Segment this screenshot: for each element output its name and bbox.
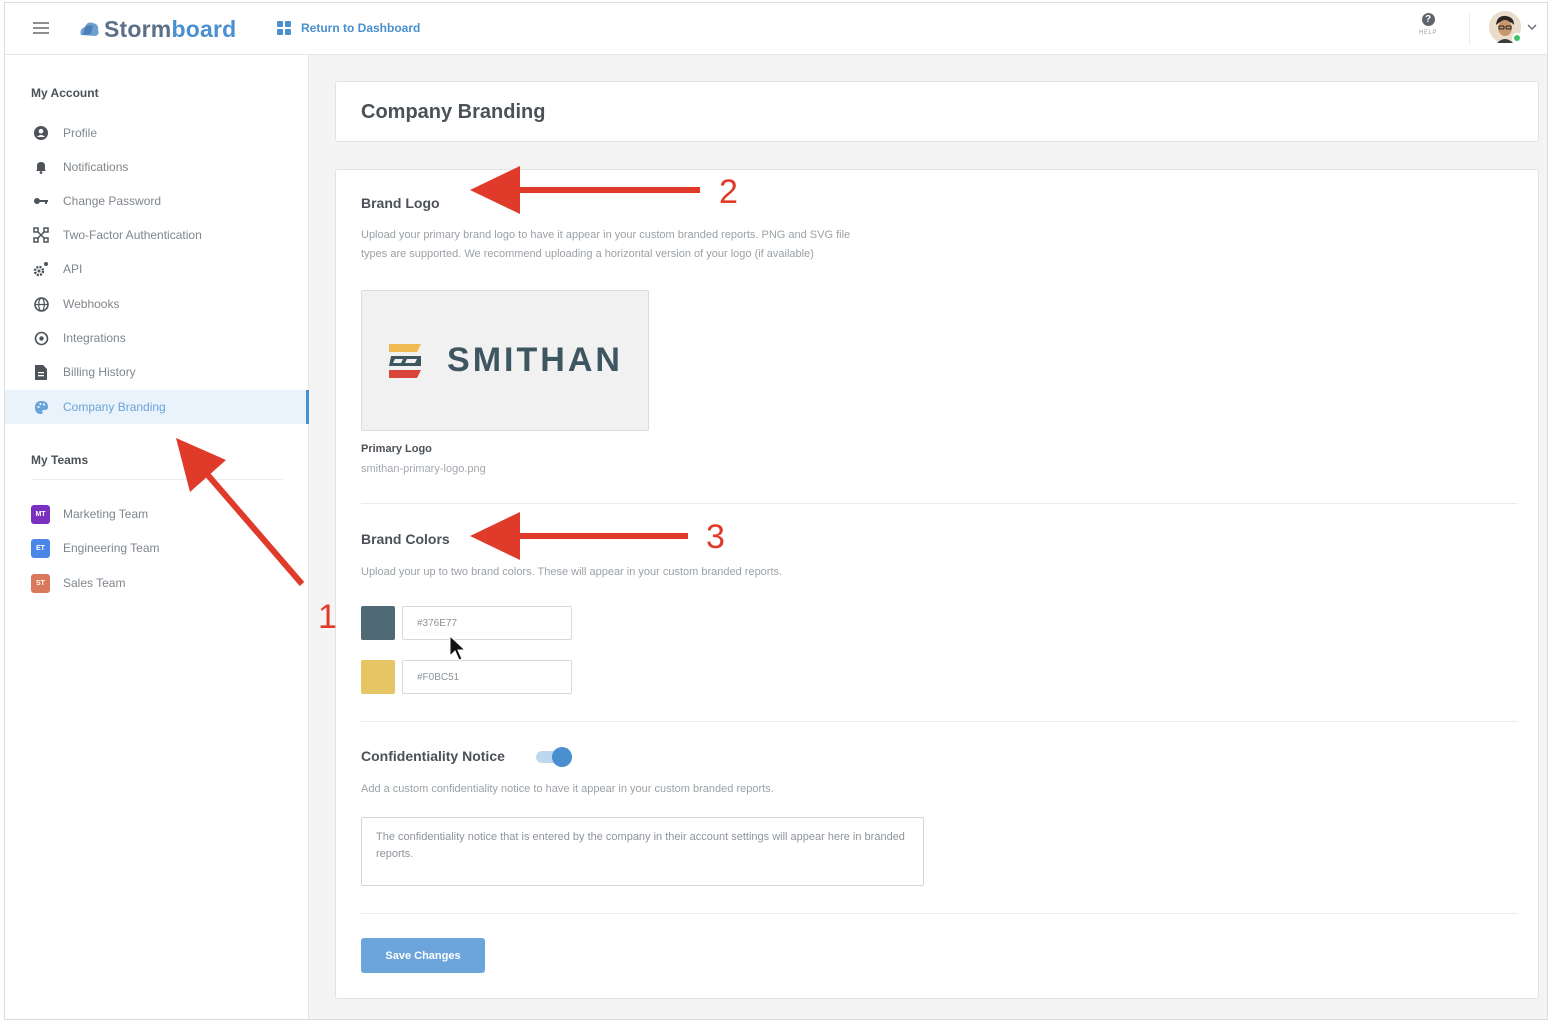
document-icon xyxy=(33,364,49,380)
my-account-heading: My Account xyxy=(31,86,99,100)
two-factor-icon xyxy=(33,227,49,243)
sidebar-item-label: Company Branding xyxy=(63,400,166,414)
sidebar: My Account Profile Notifications Change … xyxy=(5,55,309,1019)
primary-logo-filename: smithan-primary-logo.png xyxy=(361,463,486,475)
brand-color-2-input[interactable] xyxy=(402,660,572,694)
team-badge: ET xyxy=(31,538,50,558)
integrations-icon xyxy=(33,330,49,346)
confidentiality-notice-textarea[interactable]: The confidentiality notice that is enter… xyxy=(361,817,924,886)
my-teams-heading: My Teams xyxy=(31,453,89,467)
toggle-knob xyxy=(552,747,572,767)
primary-logo-preview[interactable]: SMITHAN xyxy=(361,290,649,431)
hamburger-icon[interactable] xyxy=(33,22,49,34)
brand-color-1-input[interactable] xyxy=(402,606,572,640)
brand-color-2-swatch[interactable] xyxy=(361,660,395,694)
sidebar-item-label: Integrations xyxy=(63,331,126,345)
brand-name-part2: board xyxy=(171,15,237,42)
help-button[interactable]: ? HELP xyxy=(1413,13,1443,36)
brand-logo-title: Brand Logo xyxy=(361,195,440,211)
palette-icon xyxy=(33,399,49,415)
section-divider xyxy=(361,721,1517,722)
online-status-indicator xyxy=(1512,33,1522,43)
user-menu[interactable] xyxy=(1489,11,1537,43)
smithan-logo-mark xyxy=(389,343,422,378)
help-label: HELP xyxy=(1419,30,1437,36)
stormboard-logo-icon xyxy=(80,22,99,36)
sidebar-item-notifications[interactable]: Notifications xyxy=(5,150,309,184)
sidebar-item-label: Notifications xyxy=(63,160,129,174)
sidebar-item-label: Webhooks xyxy=(63,297,120,311)
sidebar-team-label: Marketing Team xyxy=(63,507,149,521)
chevron-down-icon xyxy=(1527,24,1537,30)
confidentiality-notice-title: Confidentiality Notice xyxy=(361,748,505,764)
sidebar-team-engineering[interactable]: ET Engineering Team xyxy=(5,531,309,565)
sidebar-item-label: Profile xyxy=(63,126,98,140)
annotation-number-2: 2 xyxy=(719,173,738,211)
sidebar-divider xyxy=(31,479,283,480)
primary-logo-caption: Primary Logo xyxy=(361,443,432,455)
smithan-logo-text: SMITHAN xyxy=(447,341,623,379)
annotation-number-1: 1 xyxy=(318,598,337,636)
section-divider xyxy=(361,913,1517,914)
sidebar-team-label: Engineering Team xyxy=(63,541,160,555)
brand-name-part1: Storm xyxy=(104,15,172,42)
sidebar-item-change-password[interactable]: Change Password xyxy=(5,184,309,218)
confidentiality-notice-text: The confidentiality notice that is enter… xyxy=(376,831,905,860)
app-window: Stormboard Return to Dashboard ? HELP My… xyxy=(4,2,1548,1020)
globe-icon xyxy=(33,296,49,312)
sidebar-item-label: Two-Factor Authentication xyxy=(63,228,202,242)
sidebar-team-marketing[interactable]: MT Marketing Team xyxy=(5,497,309,531)
brand-logo-description-line1: Upload your primary brand logo to have i… xyxy=(361,229,851,241)
sidebar-item-billing-history[interactable]: Billing History xyxy=(5,355,309,389)
help-icon: ? xyxy=(1421,13,1435,26)
sidebar-team-label: Sales Team xyxy=(63,576,126,590)
confidentiality-notice-toggle[interactable] xyxy=(536,747,574,767)
sidebar-item-label: Billing History xyxy=(63,365,136,379)
sidebar-item-profile[interactable]: Profile xyxy=(5,116,309,150)
sidebar-item-label: API xyxy=(63,262,83,276)
annotation-number-3: 3 xyxy=(706,518,725,556)
team-badge: MT xyxy=(31,504,50,524)
stormboard-logo[interactable]: Stormboard xyxy=(77,15,236,43)
sidebar-item-label: Change Password xyxy=(63,194,162,208)
section-divider xyxy=(361,503,1517,504)
sidebar-item-api[interactable]: API xyxy=(5,252,309,286)
brand-color-1-swatch[interactable] xyxy=(361,606,395,640)
api-gear-icon xyxy=(33,261,49,277)
dashboard-grid-icon xyxy=(277,21,291,35)
team-badge: ST xyxy=(31,573,50,593)
header-divider xyxy=(1469,13,1470,45)
confidentiality-notice-description: Add a custom confidentiality notice to h… xyxy=(361,783,774,795)
top-bar: Stormboard Return to Dashboard ? HELP xyxy=(5,3,1547,55)
key-icon xyxy=(33,193,49,209)
avatar xyxy=(1489,11,1522,43)
bell-icon xyxy=(33,159,49,175)
sidebar-item-company-branding[interactable]: Company Branding xyxy=(5,390,309,424)
sidebar-team-sales[interactable]: ST Sales Team xyxy=(5,566,309,600)
sidebar-item-webhooks[interactable]: Webhooks xyxy=(5,287,309,321)
save-changes-button[interactable]: Save Changes xyxy=(361,938,485,973)
return-to-dashboard-label: Return to Dashboard xyxy=(301,21,421,35)
page-title-card: Company Branding xyxy=(335,81,1539,142)
sidebar-item-two-factor-authentication[interactable]: Two-Factor Authentication xyxy=(5,218,309,252)
profile-icon xyxy=(33,125,49,141)
brand-logo-description-line2: types are supported. We recommend upload… xyxy=(361,248,814,260)
sidebar-item-integrations[interactable]: Integrations xyxy=(5,321,309,355)
page-title: Company Branding xyxy=(361,101,546,123)
return-to-dashboard-link[interactable]: Return to Dashboard xyxy=(277,21,420,35)
brand-colors-description: Upload your up to two brand colors. Thes… xyxy=(361,566,783,578)
brand-colors-title: Brand Colors xyxy=(361,531,450,547)
branding-settings-card: Brand Logo Upload your primary brand log… xyxy=(335,169,1539,999)
